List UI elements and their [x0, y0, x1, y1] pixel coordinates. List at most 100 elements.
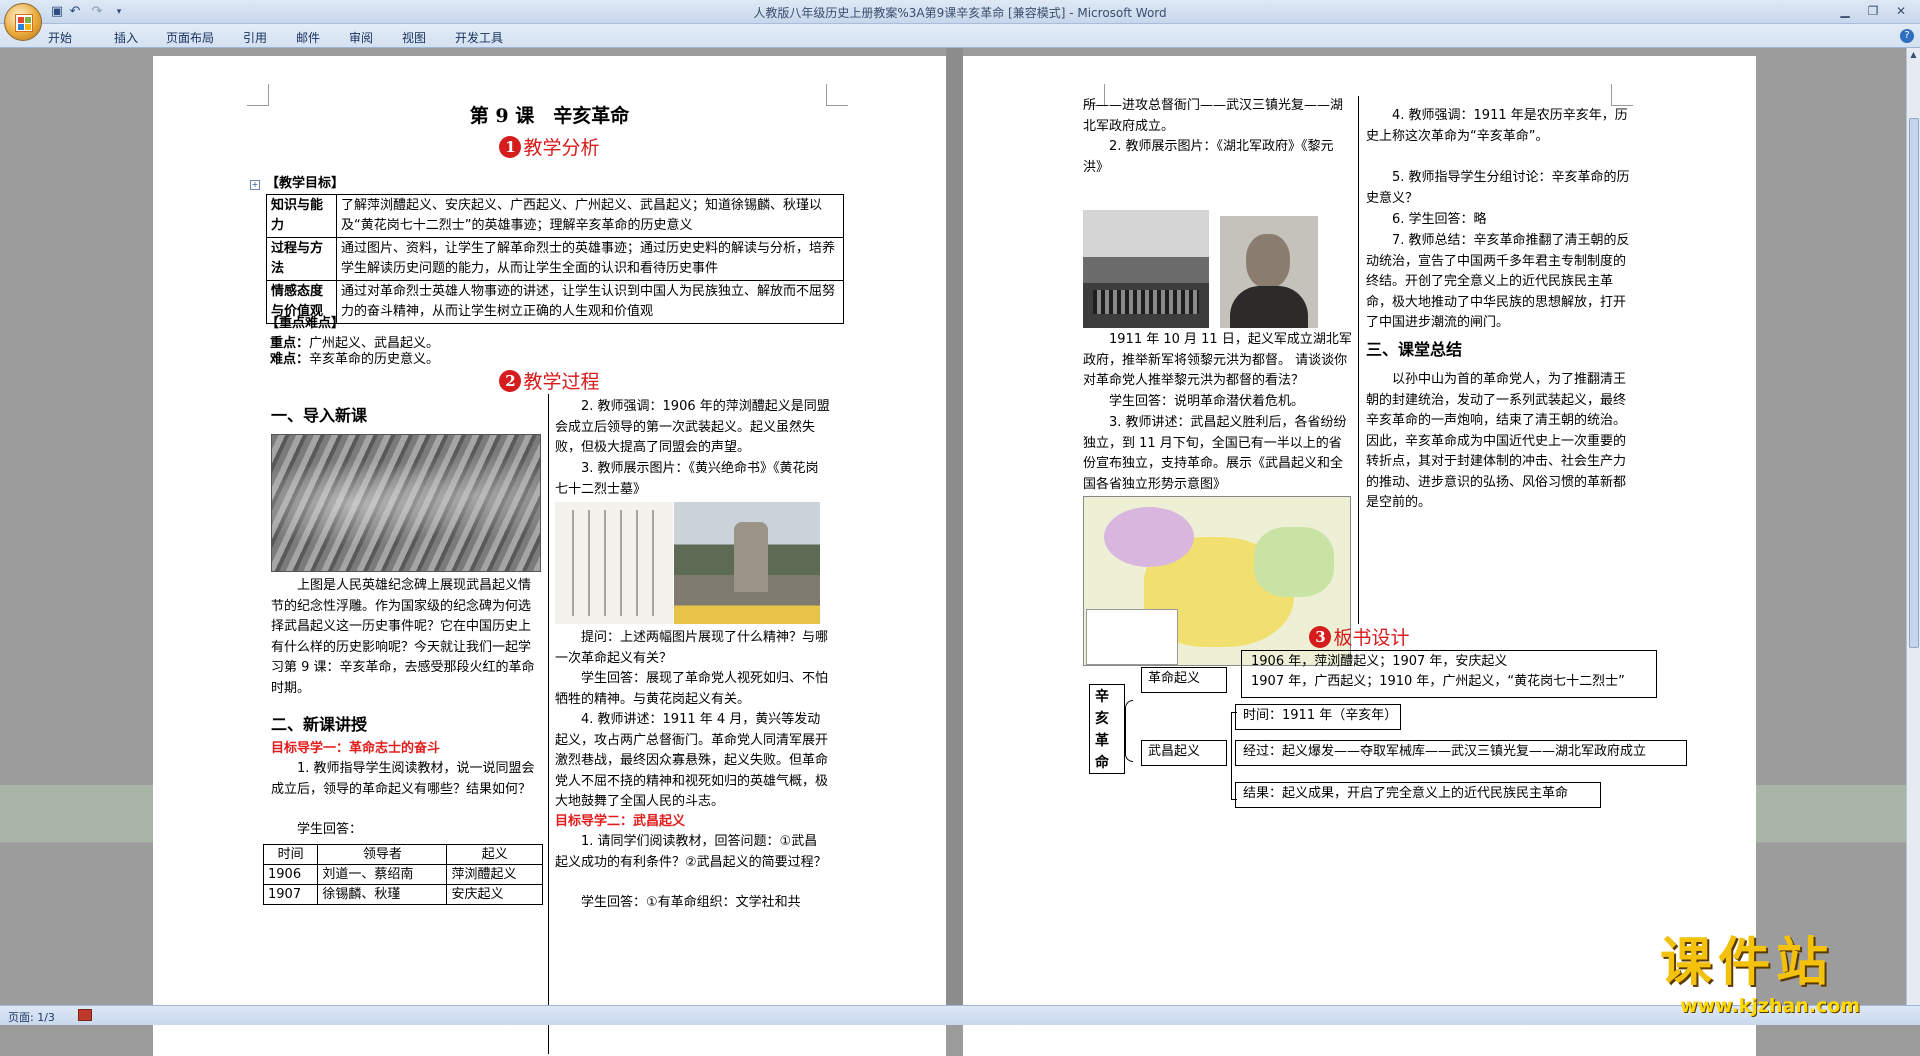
section-heading-text: 教学过程 — [523, 371, 600, 393]
question-2: 1. 请同学们阅读教材，回答问题：①武昌起义成功的有利条件？②武昌起义的简要过程… — [555, 834, 827, 870]
student-answer: 6. 学生回答：略 — [1392, 212, 1487, 227]
board-time: 时间：1911 年（辛亥年） — [1243, 708, 1398, 723]
table-row: 1906 刘道一、蔡绍南 萍浏醴起义 — [262, 864, 543, 885]
table-cell: 1907 — [262, 884, 319, 905]
table-row: 1907 徐锡麟、秋瑾 安庆起义 — [262, 884, 543, 905]
status-bar: 页面: 1/3 — [0, 1005, 1920, 1025]
table-row: 知识与能力 了解萍浏醴起义、安庆起义、广西起义、广州起义、武昌起义；知道徐锡麟、秋… — [266, 194, 844, 238]
board-process: 经过：起义爆发——夺取军械库——武汉三镇光复——湖北军政府成立 — [1243, 744, 1647, 759]
tab-mailings[interactable]: 邮件 — [296, 29, 320, 46]
teacher-narrate-huanghuagang: 4. 教师讲述：1911 年 4 月，黄兴等发动起义，攻占两广总督衙门。革命党人… — [555, 712, 829, 809]
teacher-summary: 7. 教师总结：辛亥革命推翻了清王朝的反动统治，宣告了中国两千多年君主专制制度的… — [1366, 233, 1630, 330]
section-number: 3 — [1309, 626, 1332, 648]
column-divider — [1358, 96, 1359, 624]
section-heading-process: 2 教学过程 — [153, 370, 946, 393]
office-button[interactable] — [4, 3, 42, 41]
goal-value: 了解萍浏醴起义、安庆起义、广西起义、广州起义、武昌起义；知道徐锡麟、秋瑾以及“黄… — [336, 194, 844, 238]
column-divider — [548, 394, 549, 1054]
key-points-heading: 【重点难点】 — [266, 316, 345, 331]
office-logo-icon — [15, 14, 33, 32]
key-label: 重点： — [270, 336, 310, 351]
scroll-up-icon[interactable]: ▲ — [1907, 48, 1920, 62]
tab-insert[interactable]: 插入 — [114, 29, 138, 46]
vertical-scrollbar[interactable]: ▲ — [1906, 48, 1920, 1005]
uprisings-table: 时间 领导者 起义 1906 刘道一、蔡绍南 萍浏醴起义 1907 徐锡麟、秋瑾 安庆起义 — [262, 844, 543, 905]
kjzhan-watermark-logo: 课件站 www.kjzhan.com — [1660, 920, 1910, 1020]
relief-sculpture-image — [271, 434, 541, 572]
document-workspace: 第 9 课 辛亥革命 1 教学分析 【教学目标】 + 知识与能力 了解萍浏醴起义、安… — [0, 48, 1906, 1056]
tab-references[interactable]: 引用 — [243, 29, 267, 46]
table-row: 情感态度与价值观 通过对革命烈士英雄人物事迹的讲述，让学生认识到中国人为民族独立、… — [266, 280, 844, 324]
board-result: 结果：起义成果，开启了完全意义上的近代民族民主革命 — [1243, 786, 1569, 801]
tab-developer[interactable]: 开发工具 — [455, 29, 503, 46]
board-branch-1-line-1: 1906 年，萍浏醴起义；1907 年，安庆起义 — [1251, 654, 1508, 669]
teacher-show-images-2: 2. 教师展示图片：《湖北军政府》《黎元洪》 — [1083, 139, 1334, 175]
table-row: 时间 领导者 起义 — [262, 844, 543, 865]
teacher-emphasis: 2. 教师强调：1906 年的萍浏醴起义是同盟会成立后领导的第一次武装起义。起义… — [555, 399, 830, 455]
proofing-icon[interactable] — [78, 1009, 92, 1021]
margin-corner — [1611, 84, 1633, 106]
answer-2: 学生回答：①有革命组织：文学社和共 — [581, 895, 801, 910]
table-header: 起义 — [446, 844, 543, 865]
tab-view[interactable]: 视图 — [402, 29, 426, 46]
table-cell: 萍浏醴起义 — [446, 864, 543, 885]
table-header: 时间 — [262, 844, 319, 865]
board-brace — [1125, 700, 1133, 762]
section-heading-text: 板书设计 — [1333, 627, 1410, 649]
martyrs-tomb-image — [674, 502, 820, 624]
board-root-label: 辛亥革命 — [1095, 689, 1109, 771]
board-branch-1-line-2: 1907 年，广西起义；1910 年，广州起义，“黄花岗七十二烈士” — [1251, 674, 1625, 689]
difficulty-line: 难点：辛亥革命的历史意义。 — [270, 350, 439, 371]
difficulty-text: 辛亥革命的历史意义。 — [309, 352, 440, 367]
watermark-url: www.kjzhan.com — [1680, 995, 1861, 1017]
question-spirit: 提问：上述两幅图片展现了什么精神？与哪一次革命起义有关？ — [555, 630, 829, 666]
margin-corner — [247, 84, 269, 106]
table-move-handle-icon[interactable]: + — [250, 180, 260, 190]
table-cell: 安庆起义 — [446, 884, 543, 905]
section-heading-board: 3 板书设计 — [963, 626, 1756, 649]
goal-key: 知识与能力 — [266, 194, 337, 238]
goal-value: 通过图片、资料，让学生了解革命烈士的英雄事迹；通过历史史料的解读与分析，培养学生… — [336, 237, 844, 281]
margin-corner — [826, 84, 848, 106]
intro-paragraph: 上图是人民英雄纪念碑上展现武昌起义情节的纪念性浮雕。作为国家级的纪念碑为何选择武… — [271, 578, 535, 696]
hubei-government-image — [1083, 210, 1209, 328]
li-yuanhong-text: 1911 年 10 月 11 日，起义军成立湖北军政府，推举新军将领黎元洪为都督… — [1083, 332, 1352, 388]
page-indicator[interactable]: 页面: 1/3 — [8, 1009, 55, 1025]
tab-page-layout[interactable]: 页面布局 — [166, 29, 214, 46]
window-controls: ▁ ❐ ✕ — [1832, 2, 1914, 20]
new-lesson-heading: 二、新课讲授 — [271, 715, 368, 734]
section-heading-analysis: 1 教学分析 — [153, 136, 946, 159]
section-number: 2 — [499, 370, 522, 392]
tab-home[interactable]: 开始 — [48, 29, 72, 46]
lesson-title: 第 9 课 辛亥革命 — [469, 105, 630, 127]
table-cell: 刘道一、蔡绍南 — [317, 864, 448, 885]
group-discussion: 5. 教师指导学生分组讨论：辛亥革命的历史意义？ — [1366, 170, 1630, 206]
teacher-narrate-independence: 3. 教师讲述：武昌起义胜利后，各省纷纷独立，到 11 月下旬，全国已有一半以上… — [1083, 415, 1347, 492]
goal-heading-2: 目标导学二：武昌起义 — [555, 814, 686, 829]
goals-table: 知识与能力 了解萍浏醴起义、安庆起义、广西起义、广州起义、武昌起义；知道徐锡麟、秋… — [266, 194, 844, 324]
table-row: 过程与方法 通过图片、资料，让学生了解革命烈士的英雄事迹；通过历史史料的解读与分析… — [266, 237, 844, 281]
maximize-icon[interactable]: ❐ — [1860, 2, 1886, 20]
minimize-icon[interactable]: ▁ — [1832, 2, 1858, 20]
answer-label: 学生回答： — [297, 822, 363, 837]
document-page-2[interactable]: 所——进攻总督衙门——武汉三镇光复——湖北军政府成立。 2. 教师展示图片：《湖… — [963, 56, 1756, 1056]
summary-heading: 三、课堂总结 — [1366, 340, 1463, 359]
scrollbar-thumb[interactable] — [1909, 118, 1919, 648]
goal-heading-1: 目标导学一：革命志士的奋斗 — [271, 741, 441, 756]
key-text: 广州起义、武昌起义。 — [309, 336, 440, 351]
document-page-1[interactable]: 第 9 课 辛亥革命 1 教学分析 【教学目标】 + 知识与能力 了解萍浏醴起义、安… — [153, 56, 946, 1056]
section-number: 1 — [499, 136, 522, 158]
tab-review[interactable]: 审阅 — [349, 29, 373, 46]
answer-spirit: 学生回答：展现了革命党人视死如归、不怕牺牲的精神。与黄花岗起义有关。 — [555, 671, 829, 707]
page-separator — [946, 48, 963, 1005]
board-branch-1: 革命起义 — [1148, 671, 1201, 686]
board-branch-2: 武昌起义 — [1148, 744, 1201, 759]
li-yuanhong-portrait — [1220, 216, 1318, 328]
huangxing-letter-image — [555, 502, 673, 624]
window-title: 人教版八年级历史上册教案%3A第9课辛亥革命 [兼容模式] - Microsof… — [753, 6, 1167, 20]
intro-heading: 一、导入新课 — [271, 406, 368, 425]
help-icon[interactable]: ? — [1900, 29, 1914, 43]
ribbon-tabs: 开始 插入 页面布局 引用 邮件 审阅 视图 开发工具 ? — [0, 24, 1920, 48]
close-icon[interactable]: ✕ — [1888, 2, 1914, 20]
difficulty-label: 难点： — [270, 352, 310, 367]
